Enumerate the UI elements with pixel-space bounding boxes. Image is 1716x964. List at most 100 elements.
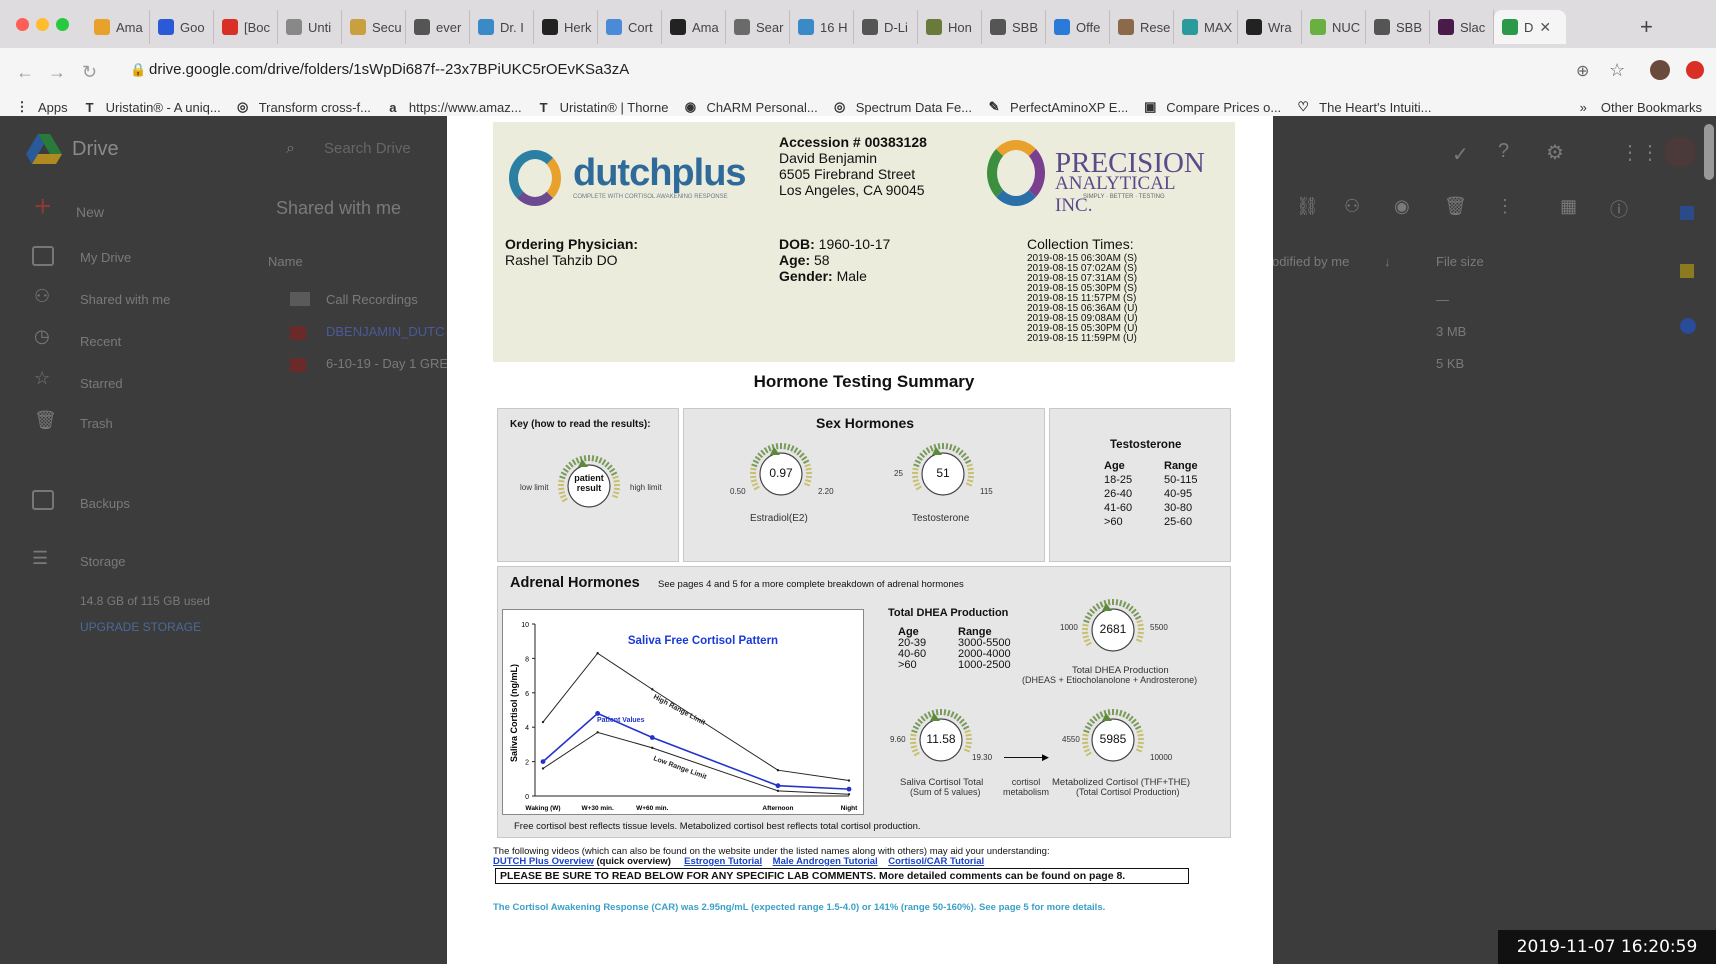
browser-tab[interactable]: SBB: [982, 10, 1046, 44]
browser-tab[interactable]: NUC: [1302, 10, 1366, 44]
browser-tab[interactable]: Ama: [662, 10, 726, 44]
checkmark-icon[interactable]: ✓: [1452, 142, 1469, 167]
browser-tab[interactable]: Ama: [86, 10, 150, 44]
file-call-recordings[interactable]: Call Recordings: [326, 292, 418, 307]
sidebar-item-storage[interactable]: Storage: [80, 554, 126, 569]
bookmark-item[interactable]: ⋮ Apps: [14, 99, 68, 115]
sort-arrow-icon[interactable]: ↓: [1384, 254, 1391, 269]
sidebar-item-starred[interactable]: Starred: [80, 376, 123, 391]
column-name[interactable]: Name: [268, 254, 303, 269]
file-day1[interactable]: 6-10-19 - Day 1 GRE: [326, 356, 448, 371]
browser-tab[interactable]: Secu: [342, 10, 406, 44]
bookmark-item[interactable]: T Uristatin® - A uniq...: [82, 99, 221, 115]
browser-tab[interactable]: Rese: [1110, 10, 1174, 44]
new-plus-icon[interactable]: +: [34, 190, 52, 224]
sidebar-item-my-drive[interactable]: My Drive: [80, 250, 131, 265]
new-tab-button[interactable]: +: [1640, 14, 1653, 40]
tasks-icon[interactable]: [1680, 318, 1696, 334]
minimize-window-button[interactable]: [36, 18, 49, 31]
browser-tab[interactable]: [Boc: [214, 10, 278, 44]
bookmark-item[interactable]: ◉ ChARM Personal...: [682, 99, 818, 115]
browser-tab[interactable]: Unti: [278, 10, 342, 44]
browser-tab[interactable]: Sear: [726, 10, 790, 44]
dob-label: DOB:: [779, 236, 815, 252]
bookmark-item[interactable]: a https://www.amaz...: [385, 99, 521, 115]
add-person-icon[interactable]: ⚇: [1344, 196, 1360, 217]
scrollbar[interactable]: [1704, 124, 1714, 180]
dhea-label2: (DHEAS + Etiocholanolone + Androsterone): [1022, 675, 1198, 685]
reload-icon[interactable]: ↻: [82, 62, 97, 83]
url-text[interactable]: drive.google.com/drive/folders/1sWpDi687…: [149, 61, 629, 78]
zoom-window-button[interactable]: [56, 18, 69, 31]
browser-tab[interactable]: Goo: [150, 10, 214, 44]
pdf-viewer[interactable]: dutchplus COMPLETE WITH CORTISOL AWAKENI…: [447, 116, 1273, 964]
close-window-button[interactable]: [16, 18, 29, 31]
settings-icon[interactable]: ⚙: [1546, 140, 1564, 165]
extension-icon[interactable]: [1686, 61, 1704, 79]
browser-tab[interactable]: Dr. I: [470, 10, 534, 44]
video-link-cortisol[interactable]: Cortisol/CAR Tutorial: [888, 856, 984, 867]
column-size[interactable]: File size: [1436, 254, 1484, 269]
bookmark-item[interactable]: ▣ Compare Prices o...: [1142, 99, 1281, 115]
search-icon[interactable]: ⌕: [286, 140, 295, 158]
sidebar-item-backups[interactable]: Backups: [80, 496, 130, 511]
more-icon[interactable]: ⋮: [1496, 196, 1514, 217]
address-bar[interactable]: 🔒 drive.google.com/drive/folders/1sWpDi6…: [116, 54, 1596, 86]
favicon-icon: [990, 19, 1006, 35]
keep-icon[interactable]: [1680, 264, 1694, 278]
browser-tab[interactable]: SBB: [1366, 10, 1430, 44]
data-point: [595, 711, 601, 716]
link-icon[interactable]: ⛓: [1296, 196, 1319, 217]
browser-tab[interactable]: MAX: [1174, 10, 1238, 44]
search-placeholder[interactable]: Search Drive: [324, 140, 411, 157]
info-icon[interactable]: ⓘ: [1610, 196, 1628, 222]
estradiol-high: 2.20: [818, 487, 834, 496]
physician-label: Ordering Physician:: [505, 236, 639, 252]
other-bookmarks[interactable]: Other Bookmarks: [1601, 100, 1702, 115]
column-modified[interactable]: odified by me: [1272, 254, 1349, 269]
upgrade-storage-link[interactable]: UPGRADE STORAGE: [80, 620, 201, 634]
favicon-icon: [1310, 19, 1326, 35]
browser-tab[interactable]: Cort: [598, 10, 662, 44]
browser-tab[interactable]: 16 H: [790, 10, 854, 44]
bookmark-item[interactable]: ◎ Transform cross-f...: [235, 99, 371, 115]
video-link-estrogen[interactable]: Estrogen Tutorial: [684, 856, 762, 867]
apps-grid-icon[interactable]: ⋮⋮: [1620, 140, 1660, 165]
forward-icon[interactable]: →: [48, 62, 66, 83]
favicon-icon: [414, 19, 430, 35]
browser-tab[interactable]: Herk: [534, 10, 598, 44]
data-point: [775, 783, 781, 789]
help-icon[interactable]: ?: [1498, 140, 1509, 163]
add-icon[interactable]: ⊕: [1576, 61, 1589, 81]
browser-tab[interactable]: Offe: [1046, 10, 1110, 44]
preview-icon[interactable]: ◉: [1394, 196, 1410, 217]
sidebar-item-trash[interactable]: Trash: [80, 416, 113, 431]
file-dbenjamin[interactable]: DBENJAMIN_DUTC: [326, 324, 444, 339]
sidebar-item-recent[interactable]: Recent: [80, 334, 121, 349]
close-tab-icon[interactable]: ✕: [1539, 19, 1551, 36]
favicon-icon: [1246, 19, 1262, 35]
browser-tab[interactable]: D-Li: [854, 10, 918, 44]
video-link-androgen[interactable]: Male Androgen Tutorial: [773, 856, 878, 867]
grid-view-icon[interactable]: ▦: [1560, 196, 1577, 217]
delete-icon[interactable]: 🗑: [1444, 196, 1467, 217]
bookmark-star-icon[interactable]: ☆: [1609, 60, 1625, 81]
profile-avatar[interactable]: [1650, 60, 1670, 80]
account-avatar[interactable]: [1664, 136, 1696, 168]
new-button[interactable]: New: [76, 204, 104, 220]
bookmark-item[interactable]: ◎ Spectrum Data Fe...: [832, 99, 972, 115]
browser-tab[interactable]: Hon: [918, 10, 982, 44]
calendar-icon[interactable]: [1680, 206, 1694, 220]
breadcrumb[interactable]: Shared with me: [276, 198, 401, 219]
video-link-overview[interactable]: DUTCH Plus Overview: [493, 856, 594, 867]
back-icon[interactable]: ←: [16, 62, 34, 83]
bookmark-item[interactable]: ♡ The Heart's Intuiti...: [1295, 99, 1431, 115]
more-bookmarks-button[interactable]: »: [1580, 100, 1587, 115]
sidebar-item-shared[interactable]: Shared with me: [80, 292, 170, 307]
browser-tab[interactable]: Slac: [1430, 10, 1494, 44]
tab-active[interactable]: D ✕: [1494, 10, 1566, 44]
browser-tab[interactable]: Wra: [1238, 10, 1302, 44]
browser-tab[interactable]: ever: [406, 10, 470, 44]
bookmark-item[interactable]: ✎ PerfectAminoXP E...: [986, 99, 1129, 115]
bookmark-item[interactable]: T Uristatin® | Thorne: [536, 99, 669, 115]
